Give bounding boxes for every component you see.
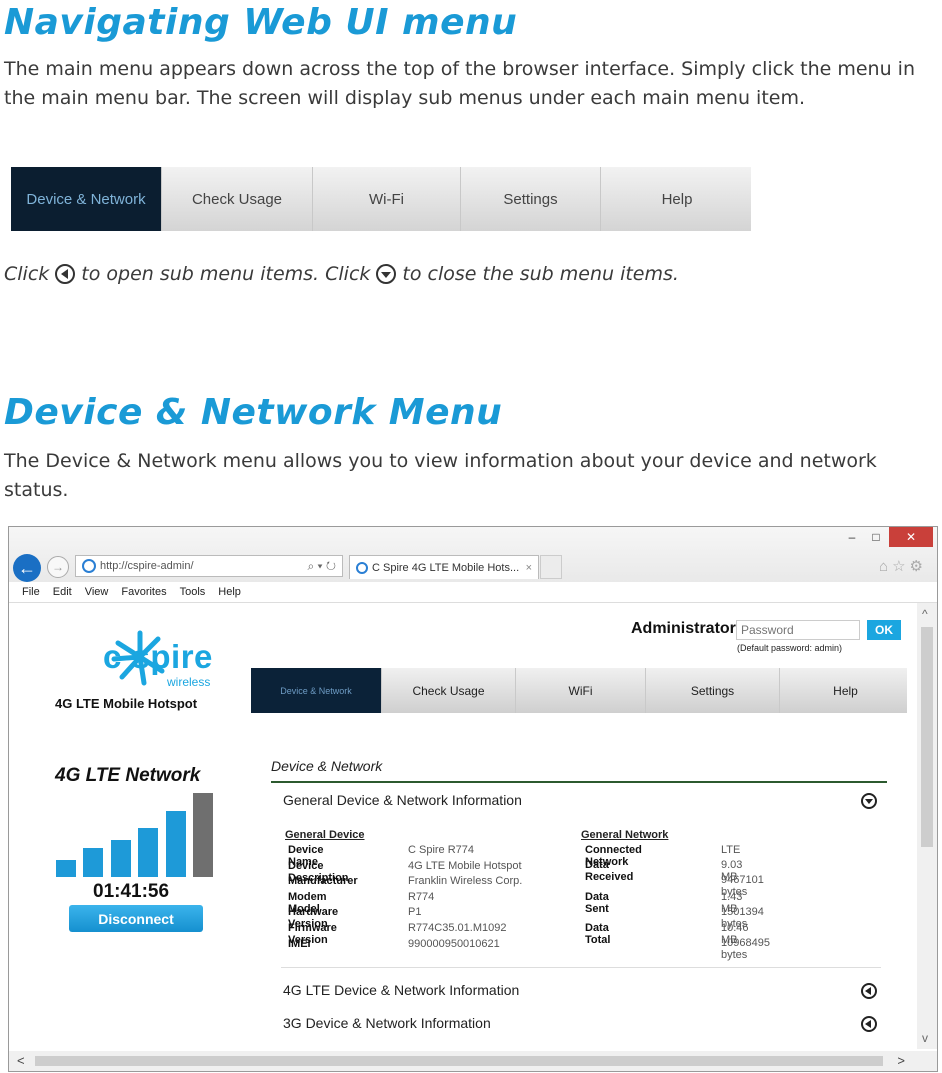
signal-bar [83, 848, 104, 877]
expand-section-icon[interactable] [861, 1016, 877, 1032]
browser-tab[interactable]: C Spire 4G LTE Mobile Hots... × [349, 555, 539, 579]
network-title: 4G LTE Network [55, 765, 201, 786]
maximize-icon[interactable]: □ [865, 527, 887, 547]
nav-wifi[interactable]: Wi-Fi [313, 167, 461, 231]
signal-bar [138, 828, 159, 877]
page-nav-wifi[interactable]: WiFi [516, 668, 646, 713]
menu-tools[interactable]: Tools [180, 586, 206, 598]
device-value: C Spire R774 [408, 844, 475, 856]
browser-chrome: – □ ✕ ← → http://cspire-admin/ ⌕ ▾ ↻ C S… [9, 527, 937, 582]
nav-help[interactable]: Help [601, 167, 753, 231]
page-content: c spire wireless 4G LTE Mobile Hotspot A… [9, 603, 917, 1051]
ok-button[interactable]: OK [867, 620, 901, 640]
device-value: 990000950010621 [408, 937, 500, 950]
scroll-left-icon[interactable]: < [17, 1053, 25, 1068]
tab-close-icon[interactable]: × [526, 562, 532, 574]
page-nav-device-network[interactable]: Device & Network [251, 668, 382, 713]
section-title-navigating: Navigating Web UI menu [4, 2, 518, 43]
menu-bar-example: Device & Network Check Usage Wi-Fi Setti… [11, 167, 751, 231]
section-general[interactable]: General Device & Network Information [283, 792, 522, 808]
click-text-3: to close the sub menu items. [402, 263, 679, 285]
device-value: Franklin Wireless Corp. [408, 875, 523, 888]
device-value: R774 [408, 890, 435, 903]
brand-sub: wireless [167, 675, 211, 689]
device-label: IMEI [288, 937, 311, 950]
section-body-navigating: The main menu appears down across the to… [4, 58, 915, 109]
home-favorites-settings-icons[interactable]: ⌂☆⚙ [879, 557, 927, 575]
back-arrow-icon[interactable]: ← [13, 554, 41, 582]
page-nav-help[interactable]: Help [780, 668, 911, 713]
nav-device-network[interactable]: Device & Network [11, 167, 162, 231]
signal-bar [193, 793, 213, 877]
section-title-device-network: Device & Network Menu [4, 392, 503, 433]
forward-arrow-icon[interactable]: → [47, 556, 69, 578]
expand-section-icon[interactable] [861, 983, 877, 999]
vertical-scrollbar[interactable]: ^ v [917, 603, 937, 1049]
menu-help[interactable]: Help [218, 586, 241, 598]
device-value: 4G LTE Mobile Hotspot [408, 859, 522, 872]
scroll-thumb[interactable] [921, 627, 933, 847]
heading-divider [271, 781, 887, 783]
horizontal-scrollbar[interactable]: < > [9, 1051, 937, 1071]
section-body-device-network: The Device & Network menu allows you to … [4, 450, 877, 501]
close-icon[interactable]: ✕ [889, 527, 933, 547]
network-label: Data Total [585, 922, 611, 946]
click-text-1: Click [4, 263, 50, 285]
menu-favorites[interactable]: Favorites [121, 586, 166, 598]
network-value-bytes: 10968495 bytes [721, 937, 770, 961]
tab-ie-icon [356, 561, 368, 574]
nav-settings[interactable]: Settings [461, 167, 601, 231]
scroll-right-icon[interactable]: > [897, 1053, 905, 1068]
scroll-up-icon[interactable]: ^ [922, 607, 928, 621]
general-device-heading: General Device [285, 829, 365, 841]
default-password-hint: (Default password: admin) [737, 643, 843, 653]
section-divider [281, 967, 881, 968]
menu-view[interactable]: View [85, 586, 109, 598]
click-text-2: to open sub menu items. Click [81, 263, 371, 285]
device-value: R774C35.01.M1092 [408, 922, 507, 934]
scroll-down-icon[interactable]: v [922, 1031, 928, 1045]
panel-heading: Device & Network [271, 758, 383, 774]
page-nav: Device & Network Check Usage WiFi Settin… [251, 668, 907, 713]
nav-check-usage[interactable]: Check Usage [162, 167, 313, 231]
network-value: LTE [721, 844, 741, 856]
click-instructions: Click to open sub menu items. Click to c… [4, 263, 679, 285]
signal-bar [110, 840, 131, 877]
search-refresh-icon[interactable]: ⌕ ▾ ↻ [307, 559, 336, 574]
section-4g-lte[interactable]: 4G LTE Device & Network Information [283, 982, 519, 998]
network-label: Data Received [585, 859, 634, 883]
page-nav-check-usage[interactable]: Check Usage [382, 668, 516, 713]
new-tab-button[interactable] [540, 555, 562, 579]
disconnect-button[interactable]: Disconnect [69, 905, 203, 932]
browser-menu-bar: File Edit View Favorites Tools Help [9, 582, 937, 603]
address-bar[interactable]: http://cspire-admin/ ⌕ ▾ ↻ [75, 555, 343, 577]
section-3g[interactable]: 3G Device & Network Information [283, 1015, 491, 1031]
expand-icon [55, 264, 76, 284]
minimize-icon[interactable]: – [841, 527, 863, 547]
brand-name: c spire [103, 638, 213, 675]
ie-icon [82, 559, 96, 573]
tab-title: C Spire 4G LTE Mobile Hots... [372, 561, 520, 574]
browser-window: – □ ✕ ← → http://cspire-admin/ ⌕ ▾ ↻ C S… [8, 526, 938, 1072]
product-name: 4G LTE Mobile Hotspot [55, 696, 198, 711]
signal-bar [165, 811, 186, 877]
admin-label: Administrator [631, 620, 736, 637]
general-network-heading: General Network [581, 829, 669, 841]
password-input[interactable] [736, 620, 860, 640]
hscroll-thumb[interactable] [35, 1056, 883, 1066]
menu-edit[interactable]: Edit [53, 586, 72, 598]
signal-bar [56, 860, 76, 877]
network-label: Data Sent [585, 891, 609, 915]
collapse-section-icon[interactable] [861, 793, 877, 809]
device-label: Manufacturer [288, 875, 358, 888]
collapse-icon [376, 264, 397, 284]
page-nav-settings[interactable]: Settings [646, 668, 780, 713]
address-url: http://cspire-admin/ [100, 560, 194, 572]
connection-timer: 01:41:56 [93, 881, 170, 902]
device-value: P1 [408, 906, 422, 919]
menu-file[interactable]: File [22, 586, 40, 598]
